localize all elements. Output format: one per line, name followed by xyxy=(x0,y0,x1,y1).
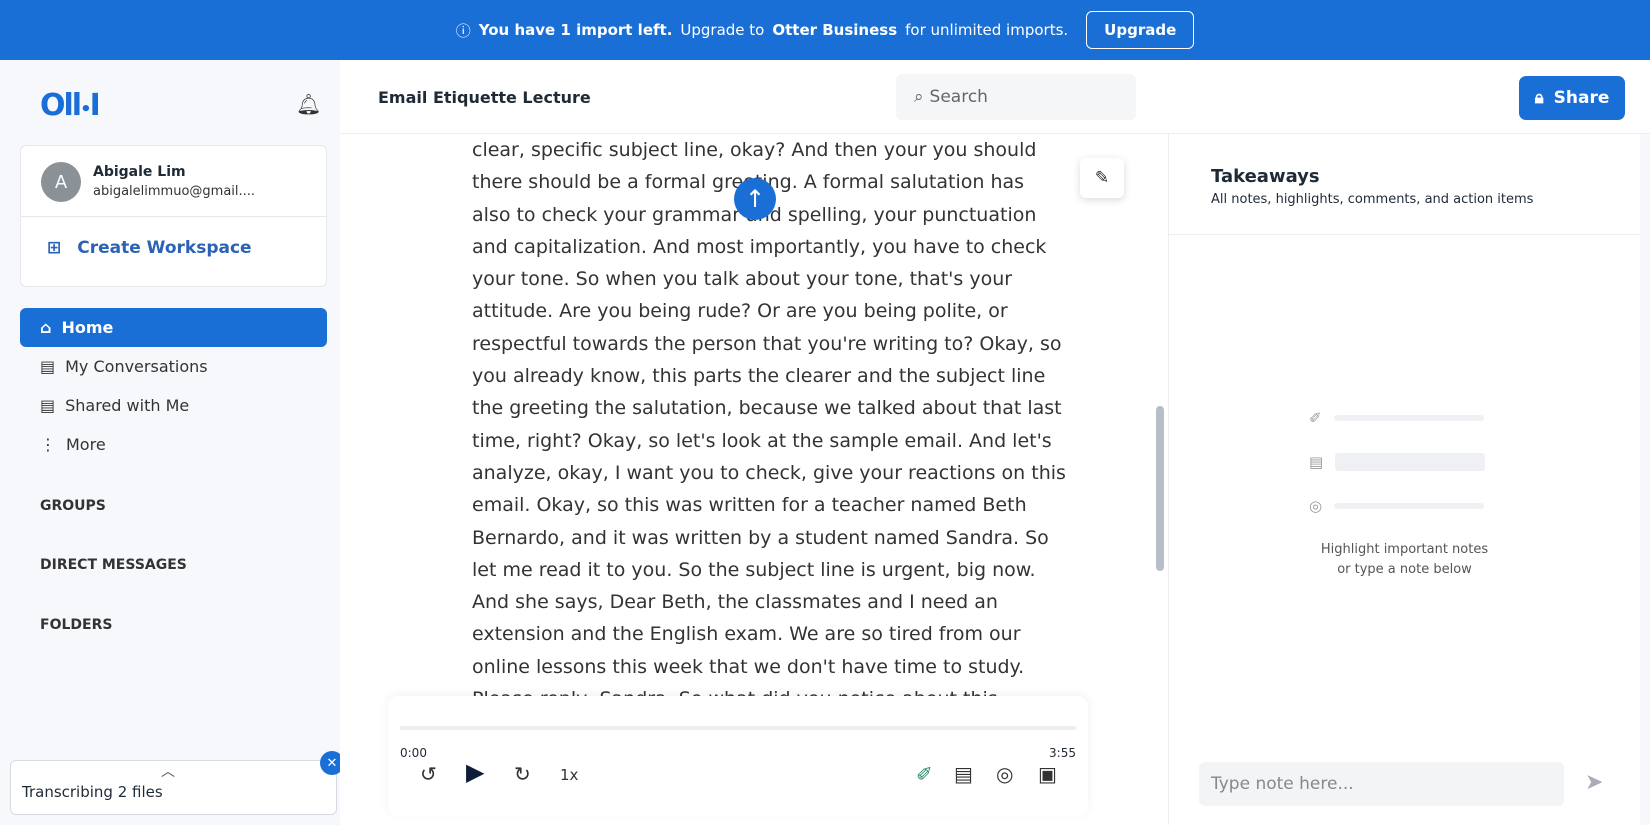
check-circle-icon: ◎ xyxy=(1309,497,1323,515)
upgrade-banner: ⓘ You have 1 import left. Upgrade to Ott… xyxy=(0,0,1650,60)
create-workspace-button[interactable]: ⊞ Create Workspace xyxy=(47,238,252,258)
avatar[interactable]: A xyxy=(41,162,81,202)
transcript-line: extension and the English exam. We are s… xyxy=(472,623,1021,646)
transcript-line: respectful towards the person that you'r… xyxy=(472,332,1062,355)
scrollbar[interactable] xyxy=(1156,406,1164,571)
takeaways-panel: Takeaways All notes, highlights, comment… xyxy=(1168,134,1640,825)
document-icon: ▤ xyxy=(40,357,56,376)
sidebar-item-my-conversations[interactable]: ▤ My Conversations xyxy=(20,347,327,386)
transcript-line: the greeting the salutation, because we … xyxy=(472,397,1062,420)
account-card: A Abigale Lim abigalelimmuo@gmail.... ⊞ C… xyxy=(20,145,327,287)
shared-icon: ▤ xyxy=(40,396,56,415)
empty-hint: Highlight important notes or type a note … xyxy=(1320,542,1489,577)
user-email: abigalelimmuo@gmail.... xyxy=(93,184,256,199)
send-icon[interactable]: ➤ xyxy=(1585,770,1603,795)
search-icon: ⌕ xyxy=(914,87,924,107)
chevron-up-icon[interactable]: ︿ xyxy=(161,761,175,781)
comment-icon[interactable]: ▤ xyxy=(954,762,973,786)
image-icon[interactable]: ▣ xyxy=(1038,762,1057,786)
progress-bar[interactable] xyxy=(400,726,1076,730)
rewind-5-icon[interactable]: ↺ xyxy=(420,762,437,786)
section-groups[interactable]: GROUPS xyxy=(40,498,106,514)
otter-logo[interactable]: Oll•I xyxy=(40,88,101,123)
sidebar-item-shared-with-me[interactable]: ▤ Shared with Me xyxy=(20,386,327,425)
takeaways-title: Takeaways xyxy=(1211,166,1320,187)
lock-icon: 🔒︎ xyxy=(1534,88,1544,108)
scroll-up-button[interactable]: ↑ xyxy=(734,178,776,220)
transcript-line: you already know, this parts the clearer… xyxy=(472,365,1046,388)
section-direct-messages[interactable]: DIRECT MESSAGES xyxy=(40,557,187,573)
audio-player: 0:00 3:55 ↺ ▶ ↻ 1x ✐ ▤ ◎ ▣ xyxy=(388,696,1088,816)
divider xyxy=(21,216,326,217)
highlight-icon: ✐ xyxy=(1309,409,1322,427)
current-time: 0:00 xyxy=(400,746,427,760)
info-icon: ⓘ xyxy=(455,21,471,40)
empty-illustration: ✐ ▤ ◎ xyxy=(1309,396,1499,528)
edit-pencil-icon[interactable]: ✎ xyxy=(1080,158,1124,198)
divider xyxy=(1169,234,1640,235)
play-icon[interactable]: ▶ xyxy=(466,758,484,786)
upgrade-button[interactable]: Upgrade xyxy=(1086,11,1195,49)
transcript-panel: clear, specific subject line, okay? And … xyxy=(340,134,1168,825)
forward-5-icon[interactable]: ↻ xyxy=(514,762,531,786)
transcript-line: And she says, Dear Beth, the classmates … xyxy=(472,591,998,614)
transcript-line: time, right? Okay, so let's look at the … xyxy=(472,429,1052,452)
transcript-line: online lessons this week that we don't h… xyxy=(472,655,1025,678)
sidebar: Oll•I 🔔︎ A Abigale Lim abigalelimmuo@gma… xyxy=(0,60,340,825)
share-button[interactable]: 🔒︎ Share xyxy=(1519,76,1625,120)
transcript-line: analyze, okay, I want you to check, give… xyxy=(472,461,1066,484)
speed-button[interactable]: 1x xyxy=(560,766,578,784)
transcript-line: email. Okay, so this was written for a t… xyxy=(472,494,1027,517)
transcript-line: Bernardo, and it was written by a studen… xyxy=(472,526,1049,549)
transcript-line: your tone. So when you talk about your t… xyxy=(472,268,1013,291)
duration: 3:55 xyxy=(1049,746,1076,760)
sidebar-nav: ⌂ Home ▤ My Conversations ▤ Shared with Me … xyxy=(20,308,327,464)
comment-icon: ▤ xyxy=(1309,453,1324,471)
search-input[interactable]: ⌕ Search xyxy=(896,74,1136,120)
transcript-line: let me read it to you. So the subject li… xyxy=(472,558,1036,581)
takeaways-subtitle: All notes, highlights, comments, and act… xyxy=(1211,192,1534,207)
highlight-icon[interactable]: ✐ xyxy=(916,762,933,786)
transcript-text: clear, specific subject line, okay? And … xyxy=(472,134,1072,696)
bell-icon[interactable]: 🔔︎ xyxy=(296,92,321,116)
more-vertical-icon: ⋮ xyxy=(40,435,56,454)
transcript-line: Please reply, Sandra. So what did you no… xyxy=(472,683,1072,696)
transcript-line: clear, specific subject line, okay? And … xyxy=(472,139,1037,161)
section-folders[interactable]: FOLDERS xyxy=(40,617,112,633)
transcript-line: attitude. Are you being rude? Or are you… xyxy=(472,300,1008,323)
user-name: Abigale Lim xyxy=(93,164,186,180)
page-title: Email Etiquette Lecture xyxy=(378,88,591,107)
check-circle-icon[interactable]: ◎ xyxy=(996,762,1013,786)
workspace-icon: ⊞ xyxy=(47,238,62,258)
note-input[interactable]: Type note here... xyxy=(1199,762,1564,806)
sidebar-item-more[interactable]: ⋮ More xyxy=(20,425,327,464)
home-icon: ⌂ xyxy=(40,318,52,337)
transcribing-status[interactable]: ︿ Transcribing 2 files ✕ xyxy=(10,751,344,815)
transcript-line: and capitalization. And most importantly… xyxy=(472,235,1047,258)
sidebar-item-home[interactable]: ⌂ Home xyxy=(20,308,327,347)
header: Email Etiquette Lecture ⌕ Search 🔒︎ Share xyxy=(340,60,1650,134)
